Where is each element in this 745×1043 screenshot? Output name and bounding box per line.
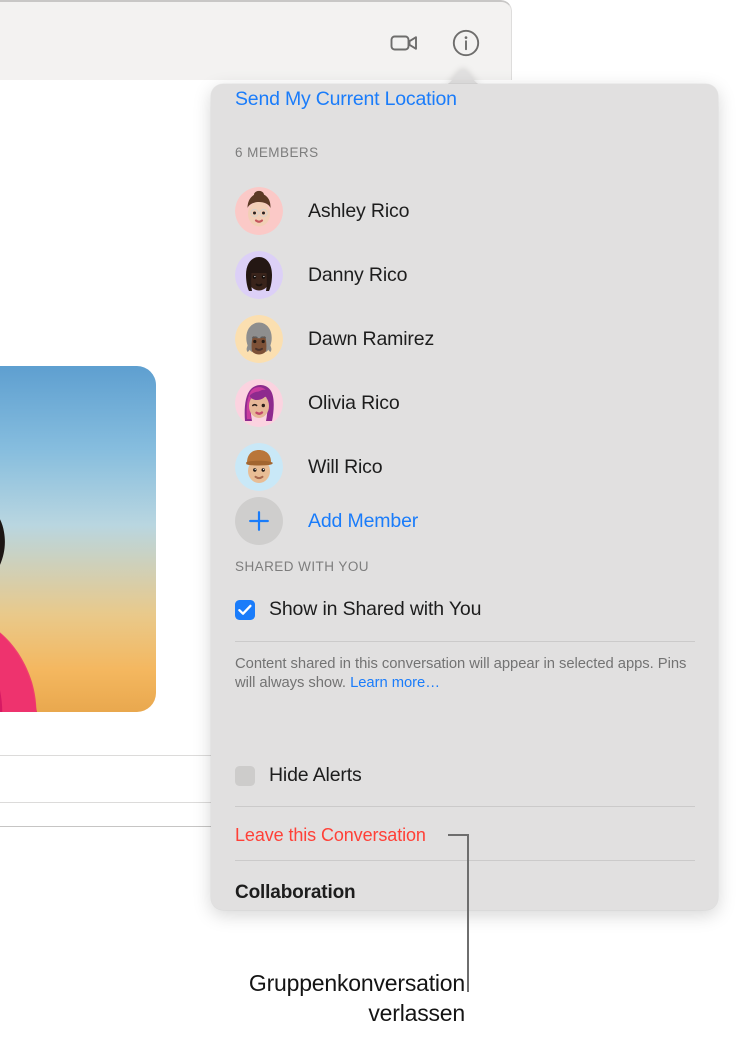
shared-with-you-description: Content shared in this conversation will…: [235, 655, 697, 693]
member-row-olivia[interactable]: Olivia Rico: [235, 371, 695, 435]
member-name: Olivia Rico: [308, 391, 400, 414]
member-name: Ashley Rico: [308, 199, 410, 222]
add-member-button[interactable]: Add Member: [235, 497, 418, 545]
hide-alerts-label: Hide Alerts: [269, 764, 362, 786]
members-section-header: 6 MEMBERS: [235, 145, 319, 160]
shared-note-text: Content shared in this conversation will…: [235, 656, 687, 691]
add-member-label: Add Member: [308, 509, 419, 532]
member-row-ashley[interactable]: Ashley Rico: [235, 179, 695, 243]
screenshot-root: Send My Current Location 6 MEMBERS Ashle…: [0, 0, 745, 1043]
member-row-will[interactable]: Will Rico: [235, 435, 695, 499]
leave-this-conversation-button[interactable]: Leave this Conversation: [235, 825, 426, 846]
popover-divider-1: [235, 641, 695, 642]
avatar-ashley: [235, 187, 283, 235]
photo-message-bubble[interactable]: [0, 366, 156, 712]
show-in-shared-with-you-checkbox-row[interactable]: Show in Shared with You: [235, 598, 481, 621]
hide-alerts-checkbox-row[interactable]: Hide Alerts: [235, 764, 362, 787]
checkbox-unchecked-icon[interactable]: [235, 765, 255, 786]
member-name: Dawn Ramirez: [308, 327, 435, 350]
member-row-dawn[interactable]: Dawn Ramirez: [235, 307, 695, 371]
video-camera-icon[interactable]: [387, 26, 421, 60]
show-in-shared-with-you-label: Show in Shared with You: [269, 598, 482, 620]
toolbar-icon-group: [387, 26, 483, 60]
plus-icon: [235, 497, 283, 545]
callout-caption-line-1: Gruppenkonversation: [248, 970, 465, 996]
shared-with-you-header: SHARED WITH YOU: [235, 559, 370, 574]
member-name: Danny Rico: [308, 263, 408, 286]
info-circle-icon[interactable]: [449, 26, 483, 60]
popover-divider-3: [235, 860, 695, 861]
learn-more-link[interactable]: Learn more…: [350, 675, 440, 691]
popover-divider-2: [235, 806, 695, 807]
avatar-danny: [235, 251, 283, 299]
avatar-olivia: [235, 379, 283, 427]
callout-caption-line-2: verlassen: [368, 1000, 465, 1026]
avatar-will: [235, 443, 283, 491]
member-name: Will Rico: [308, 455, 383, 478]
checkbox-checked-icon[interactable]: [235, 599, 255, 620]
members-list: Ashley Rico Danny Rico Dawn Ramirez Oliv…: [235, 179, 695, 499]
send-my-current-location-button[interactable]: Send My Current Location: [235, 88, 457, 111]
member-row-danny[interactable]: Danny Rico: [235, 243, 695, 307]
conversation-toolbar: [0, 0, 512, 80]
callout-caption: Gruppenkonversation verlassen: [120, 968, 465, 1028]
avatar-dawn: [235, 315, 283, 363]
photo-subject: [0, 519, 37, 712]
collaboration-section-title: Collaboration: [235, 882, 356, 903]
